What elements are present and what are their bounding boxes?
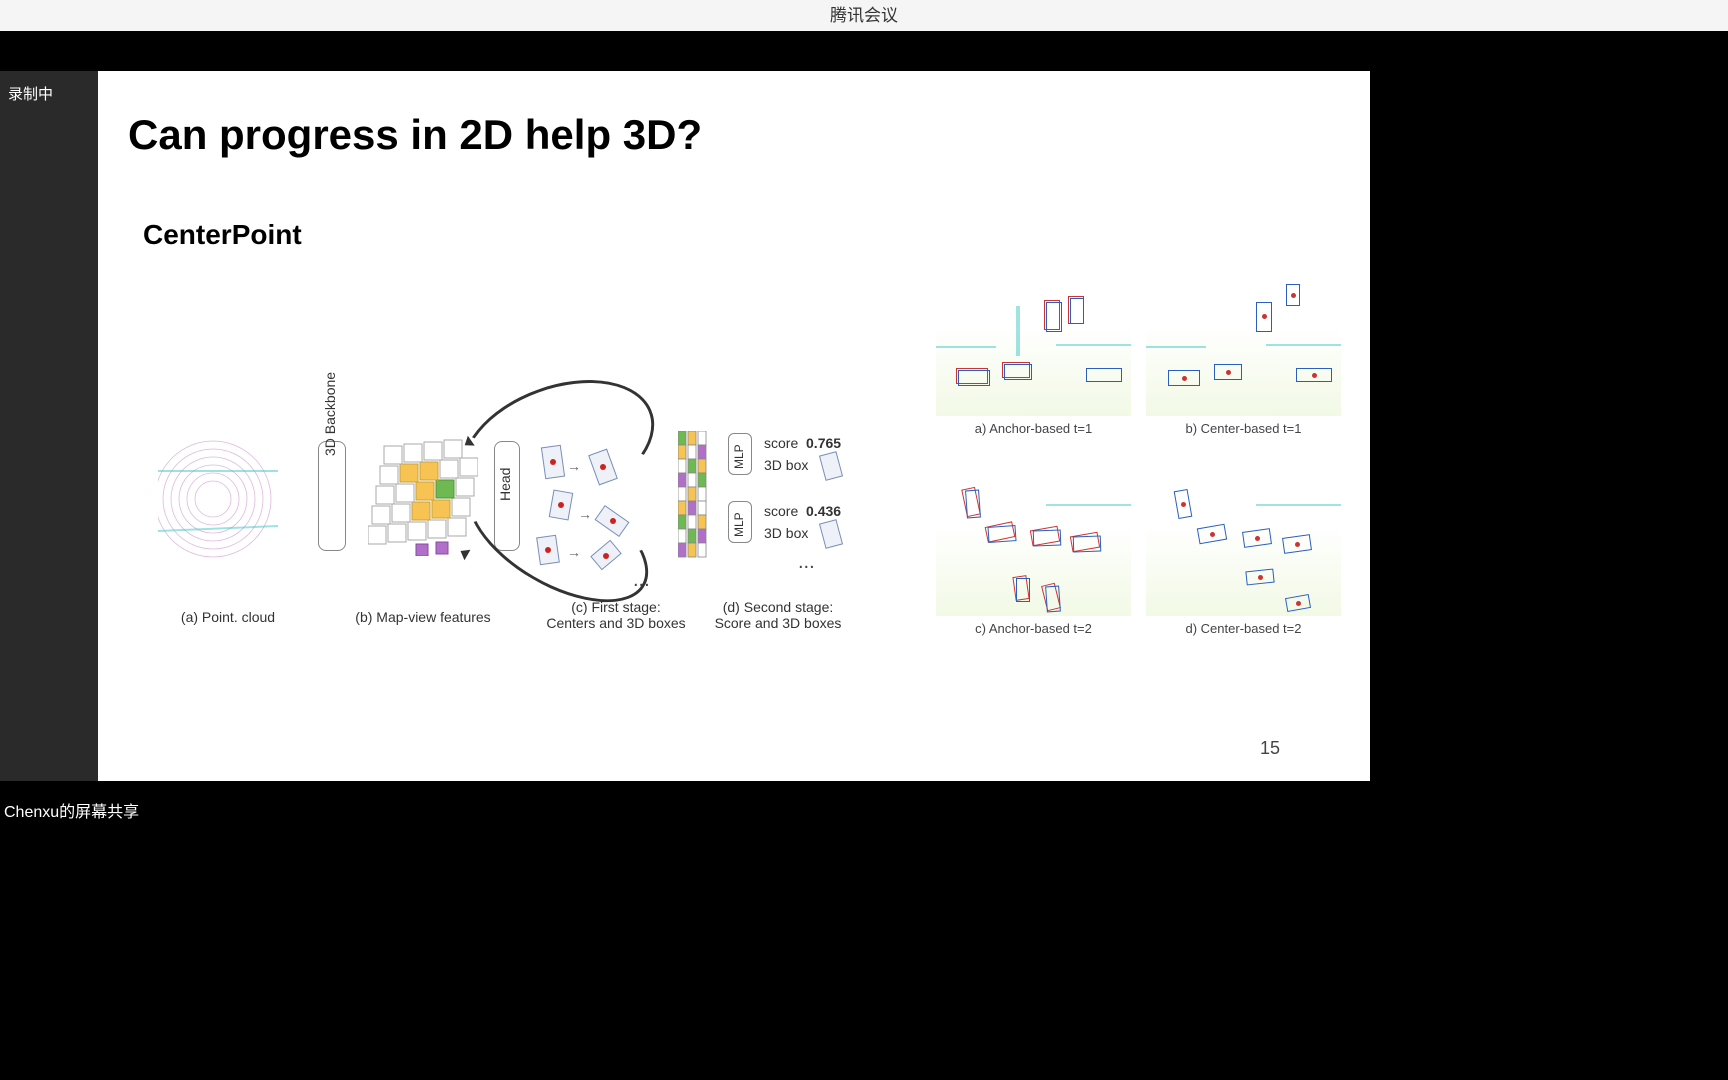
mlp-label-1: MLP: [732, 444, 746, 469]
panel-center-t2: [1146, 466, 1341, 616]
mlp-label-2: MLP: [732, 512, 746, 537]
score-value-2: 0.436: [806, 503, 841, 519]
output-box-icon-2: [819, 519, 843, 549]
panel-anchor-t1: [936, 266, 1131, 416]
screen-share-status: Chenxu的屏幕共享: [0, 796, 143, 824]
app-title: 腾讯会议: [830, 6, 898, 25]
centerpoint-pipeline-figure: 3D Backbone: [158, 401, 878, 661]
feature-columns-icon: [678, 431, 718, 571]
score-label: score: [764, 435, 798, 451]
ellipsis-text-2: ...: [798, 551, 815, 574]
right-black-bar: [1370, 31, 1728, 824]
voxel-icon: [368, 436, 478, 556]
quad-label-a: a) Anchor-based t=1: [936, 421, 1131, 436]
bottom-black-area: [0, 781, 1728, 1080]
score-line-1: score 0.765: [764, 435, 841, 451]
presentation-slide: Can progress in 2D help 3D? CenterPoint …: [98, 71, 1370, 781]
point-features-graphic: [678, 431, 718, 561]
lidar-icon: [158, 431, 278, 561]
caption-d-line1: (d) Second stage:: [698, 599, 858, 615]
caption-b: (b) Map-view features: [343, 609, 503, 625]
quad-label-c: c) Anchor-based t=2: [936, 621, 1131, 636]
caption-d: (d) Second stage: Score and 3D boxes: [698, 599, 858, 631]
panel-center-t1: [1146, 266, 1341, 416]
caption-a: (a) Point. cloud: [168, 609, 288, 625]
comparison-quad-figure: a) Anchor-based t=1 b) Center-based t=1: [936, 266, 1356, 666]
backbone-label: 3D Backbone: [322, 366, 338, 456]
caption-c: (c) First stage: Centers and 3D boxes: [536, 599, 696, 631]
score-line-2: score 0.436: [764, 503, 841, 519]
quad-label-d: d) Center-based t=2: [1146, 621, 1341, 636]
score-label-2: score: [764, 503, 798, 519]
caption-d-line2: Score and 3D boxes: [698, 615, 858, 631]
recording-status: 录制中: [0, 71, 98, 116]
panel-anchor-t2: [936, 466, 1131, 616]
slide-subtitle: CenterPoint: [143, 219, 1370, 251]
caption-c-line2: Centers and 3D boxes: [536, 615, 696, 631]
score-value-1: 0.765: [806, 435, 841, 451]
map-view-features-graphic: [368, 436, 478, 556]
quad-label-b: b) Center-based t=1: [1146, 421, 1341, 436]
caption-c-line1: (c) First stage:: [536, 599, 696, 615]
sidebar: 录制中: [0, 71, 98, 781]
output-box-icon-1: [819, 451, 843, 481]
ellipsis-text: ...: [633, 569, 650, 592]
backbone-block: [318, 441, 346, 551]
box-label-2: 3D box: [764, 525, 808, 541]
centers-and-boxes-graphic: → → → ...: [533, 436, 673, 576]
window-title-bar: 腾讯会议: [0, 0, 1728, 31]
slide-page-number: 15: [1260, 738, 1280, 759]
point-cloud-graphic: [158, 431, 278, 561]
slide-title: Can progress in 2D help 3D?: [128, 111, 1370, 159]
box-label-1: 3D box: [764, 457, 808, 473]
